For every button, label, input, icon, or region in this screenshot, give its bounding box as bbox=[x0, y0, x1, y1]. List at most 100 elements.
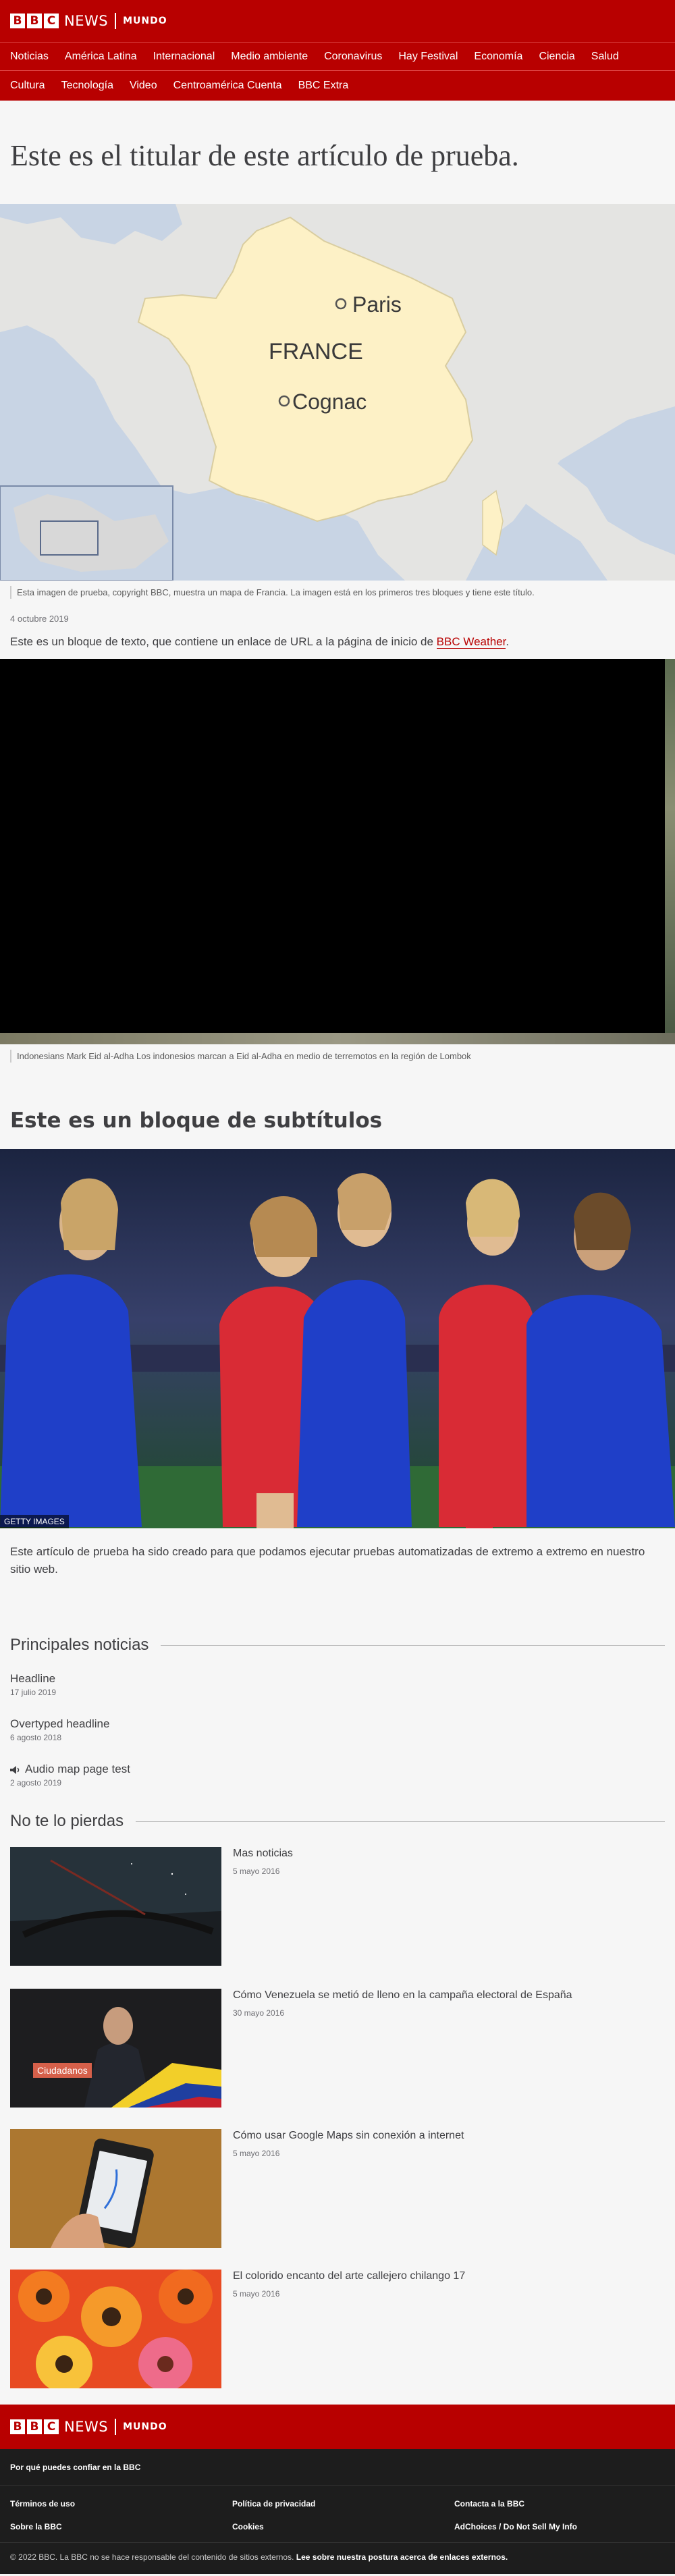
story-link[interactable]: Audio map page test bbox=[10, 1763, 130, 1775]
nav-row-secondary: Cultura Tecnología Video Centroamérica C… bbox=[0, 71, 675, 101]
main-nav: Noticias América Latina Internacional Me… bbox=[0, 42, 675, 101]
nav-item-internacional[interactable]: Internacional bbox=[153, 51, 215, 63]
nav-item-noticias[interactable]: Noticias bbox=[10, 51, 49, 63]
feature-date: 30 mayo 2016 bbox=[233, 2008, 285, 2018]
feature-date: 5 mayo 2016 bbox=[233, 2289, 280, 2299]
feature-item[interactable]: Cómo usar Google Maps sin conexión a int… bbox=[0, 2129, 675, 2249]
nav-item-centroamerica-cuenta[interactable]: Centroamérica Cuenta bbox=[173, 80, 282, 92]
feature-image-phone-map bbox=[10, 2129, 221, 2249]
feature-text: El colorido encanto del arte callejero c… bbox=[221, 2270, 465, 2388]
football-photo: GETTY IMAGES bbox=[0, 1149, 675, 1529]
video-caption-text: Indonesians Mark Eid al-Adha Los indones… bbox=[17, 1050, 471, 1061]
footer-link-privacy[interactable]: Política de privacidad bbox=[232, 2499, 454, 2508]
feature-title[interactable]: Cómo usar Google Maps sin conexión a int… bbox=[233, 2130, 464, 2141]
france-map: Paris FRANCE Cognac bbox=[0, 203, 675, 581]
section-rule bbox=[136, 1821, 665, 1822]
bbc-logo-letter: B bbox=[10, 2419, 25, 2435]
headline-wrap: Este es el titular de este artículo de p… bbox=[0, 101, 675, 204]
bbc-logo-letter: B bbox=[27, 2419, 42, 2435]
brand-news: NEWS bbox=[64, 13, 109, 29]
story-item[interactable]: Audio map page test 2 agosto 2019 bbox=[0, 1763, 675, 1788]
brand-service: MUNDO bbox=[123, 16, 167, 26]
external-links-policy[interactable]: Lee sobre nuestra postura acerca de enla… bbox=[296, 2552, 508, 2562]
video-poster-strip bbox=[0, 1032, 675, 1044]
story-item[interactable]: Overtyped headline 6 agosto 2018 bbox=[0, 1717, 675, 1742]
brand-news: NEWS bbox=[64, 2419, 109, 2436]
feature-item[interactable]: Ciudadanos Cómo Venezuela se metió de ll… bbox=[0, 1989, 675, 2108]
story-title[interactable]: Overtyped headline bbox=[10, 1717, 109, 1730]
site-footer: B B C NEWS MUNDO Por qué puedes confiar … bbox=[0, 2405, 675, 2575]
bbc-logo-letter: B bbox=[27, 14, 42, 28]
nav-item-salud[interactable]: Salud bbox=[591, 51, 619, 63]
story-title[interactable]: Headline bbox=[10, 1672, 55, 1685]
feature-image: Ciudadanos bbox=[10, 1989, 221, 2108]
photo-credit: GETTY IMAGES bbox=[0, 1515, 69, 1529]
nav-item-medio-ambiente[interactable]: Medio ambiente bbox=[231, 51, 308, 63]
footer-body: Por qué puedes confiar en la BBC Término… bbox=[0, 2449, 675, 2575]
video-caption: Indonesians Mark Eid al-Adha Los indones… bbox=[0, 1044, 675, 1063]
cognac-label: Cognac bbox=[292, 390, 367, 414]
bbc-weather-link[interactable]: BBC Weather bbox=[436, 635, 506, 649]
brand-service: MUNDO bbox=[123, 2421, 167, 2433]
feature-title[interactable]: El colorido encanto del arte callejero c… bbox=[233, 2270, 465, 2282]
footer-link-contact[interactable]: Contacta a la BBC bbox=[454, 2499, 665, 2508]
nav-item-video[interactable]: Video bbox=[130, 80, 157, 92]
footer-link-about[interactable]: Sobre la BBC bbox=[10, 2522, 232, 2531]
feature-image-flowers bbox=[10, 2270, 221, 2389]
nav-item-economia[interactable]: Economía bbox=[474, 51, 522, 63]
top-stories-heading: Principales noticias bbox=[0, 1636, 675, 1655]
feature-item[interactable]: Mas noticias 5 mayo 2016 bbox=[0, 1847, 675, 1966]
video-player[interactable] bbox=[0, 658, 675, 1044]
bbc-logo-link[interactable]: B B C NEWS MUNDO bbox=[10, 13, 167, 29]
feature-image-politician bbox=[10, 1989, 221, 2108]
masthead: B B C NEWS MUNDO bbox=[0, 0, 675, 42]
video-edge bbox=[665, 658, 675, 1033]
ciudadanos-sign: Ciudadanos bbox=[33, 2063, 92, 2078]
feature-item[interactable]: El colorido encanto del arte callejero c… bbox=[0, 2270, 675, 2389]
nav-item-cultura[interactable]: Cultura bbox=[10, 80, 45, 92]
footer-link-adchoices[interactable]: AdChoices / Do Not Sell My Info bbox=[454, 2522, 665, 2531]
text-block-content: Este es un bloque de texto, que contiene… bbox=[10, 635, 433, 649]
trust-link-row: Por qué puedes confiar en la BBC bbox=[0, 2449, 675, 2486]
copyright: © 2022 BBC. La BBC no se hace responsabl… bbox=[0, 2542, 675, 2574]
subtitle-block: Este es un bloque de subtítulos bbox=[10, 1108, 383, 1133]
story-date: 17 julio 2019 bbox=[10, 1688, 57, 1698]
story-title: Audio map page test bbox=[25, 1763, 130, 1776]
top-stories-section: Principales noticias Headline 17 julio 2… bbox=[0, 1578, 675, 1788]
story-date: 2 agosto 2019 bbox=[10, 1778, 62, 1788]
football-photo-art bbox=[0, 1149, 675, 1529]
nav-item-hay-festival[interactable]: Hay Festival bbox=[398, 51, 458, 63]
bbc-logo: B B C bbox=[10, 2419, 59, 2435]
footer-link-terms[interactable]: Términos de uso bbox=[10, 2499, 232, 2508]
footer-bbc-logo-link[interactable]: B B C NEWS MUNDO bbox=[10, 2419, 167, 2436]
caption-bar bbox=[10, 585, 11, 599]
nav-item-coronavirus[interactable]: Coronavirus bbox=[324, 51, 382, 63]
bbc-logo-letter: B bbox=[10, 14, 25, 28]
feature-title[interactable]: Mas noticias bbox=[233, 1848, 293, 1859]
france-label: FRANCE bbox=[269, 339, 363, 365]
brand-divider bbox=[115, 2419, 117, 2436]
caption-bar bbox=[10, 1049, 11, 1063]
site-header: B B C NEWS MUNDO Noticias América Latina… bbox=[0, 0, 675, 101]
top-stories-title: Principales noticias bbox=[10, 1636, 149, 1655]
article-date: 4 octubre 2019 bbox=[10, 614, 69, 624]
footer-link-cookies[interactable]: Cookies bbox=[232, 2522, 454, 2531]
page-title: Este es el titular de este artículo de p… bbox=[10, 139, 519, 172]
story-item[interactable]: Headline 17 julio 2019 bbox=[0, 1672, 675, 1697]
text-block-end: . bbox=[506, 635, 510, 649]
nav-item-america-latina[interactable]: América Latina bbox=[65, 51, 137, 63]
feature-date: 5 mayo 2016 bbox=[233, 2149, 280, 2159]
features-section: No te lo pierdas Mas noticias 5 mayo 201… bbox=[0, 1788, 675, 2389]
trust-link[interactable]: Por qué puedes confiar en la BBC bbox=[10, 2463, 140, 2472]
copyright-text: © 2022 BBC. La BBC no se hace responsabl… bbox=[10, 2552, 294, 2562]
paris-label: Paris bbox=[352, 292, 402, 317]
feature-date: 5 mayo 2016 bbox=[233, 1867, 280, 1877]
feature-text: Cómo usar Google Maps sin conexión a int… bbox=[221, 2129, 464, 2248]
feature-image-night-sky bbox=[10, 1847, 221, 1966]
feature-text: Mas noticias 5 mayo 2016 bbox=[221, 1847, 293, 1966]
nav-item-bbc-extra[interactable]: BBC Extra bbox=[298, 80, 349, 92]
audio-icon bbox=[10, 1765, 20, 1774]
nav-item-tecnologia[interactable]: Tecnología bbox=[61, 80, 113, 92]
nav-item-ciencia[interactable]: Ciencia bbox=[539, 51, 574, 63]
feature-title[interactable]: Cómo Venezuela se metió de lleno en la c… bbox=[233, 1989, 572, 2001]
